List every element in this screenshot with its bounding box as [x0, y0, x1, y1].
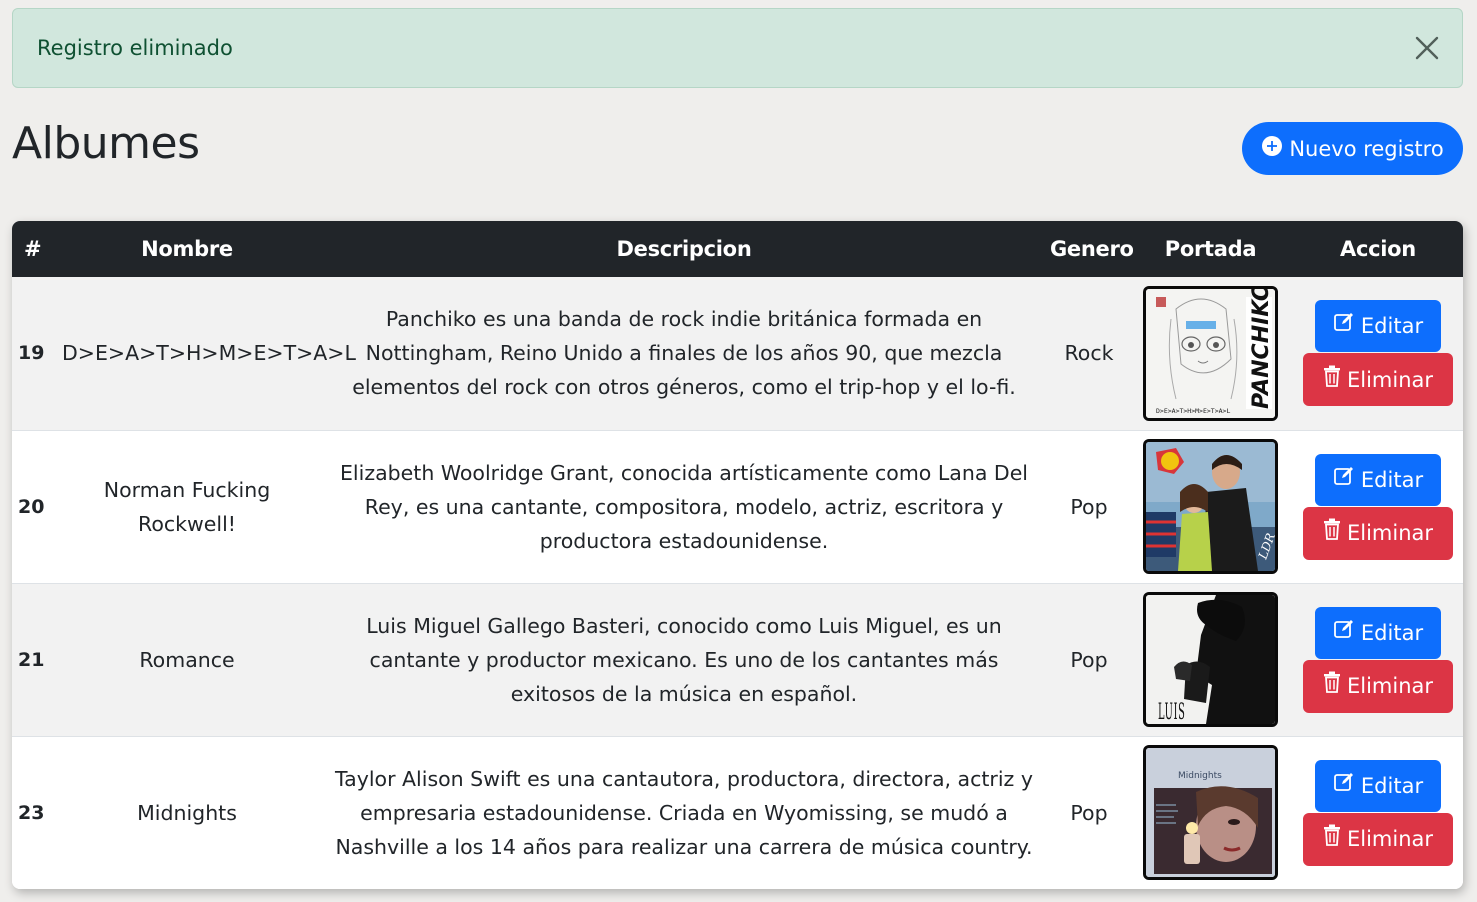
row-description: Elizabeth Woolridge Grant, conocida artí… — [339, 460, 1028, 553]
album-cover-image: Midnights — [1143, 745, 1278, 881]
success-alert: Registro eliminado — [12, 8, 1463, 88]
edit-label: Editar — [1360, 620, 1424, 645]
edit-button[interactable]: Editar — [1315, 453, 1441, 506]
pencil-square-icon — [1333, 769, 1355, 803]
cover-title-text: LUIS — [1158, 700, 1186, 724]
delete-label: Eliminar — [1346, 827, 1434, 852]
header-genre: Genero — [1050, 237, 1134, 261]
delete-button[interactable]: Eliminar — [1303, 353, 1453, 407]
row-genre: Pop — [1070, 494, 1108, 519]
edit-button[interactable]: Editar — [1315, 759, 1441, 812]
row-genre: Rock — [1064, 341, 1114, 366]
header-id: # — [24, 237, 42, 261]
table-row: 20 Norman Fucking Rockwell! Elizabeth Wo… — [12, 430, 1463, 583]
trash-icon — [1323, 363, 1341, 397]
row-id: 20 — [18, 495, 45, 518]
albums-table: # Nombre Descripcion Genero Portada Acci… — [12, 221, 1463, 889]
album-cover-image: LUIS — [1143, 592, 1278, 727]
delete-button[interactable]: Eliminar — [1303, 812, 1453, 866]
row-name: D>E>A>T>H>M>E>T>A>L — [62, 341, 356, 366]
edit-label: Editar — [1360, 467, 1424, 492]
cover-subtitle-text: D>E>A>T>H>M>E>T>A>L — [1156, 407, 1230, 415]
trash-icon — [1323, 822, 1341, 856]
header-cover: Portada — [1164, 237, 1257, 261]
trash-icon — [1323, 516, 1341, 550]
table-row: 21 Romance Luis Miguel Gallego Basteri, … — [12, 583, 1463, 736]
new-record-button[interactable]: Nuevo registro — [1242, 122, 1463, 175]
row-genre: Pop — [1070, 800, 1108, 825]
row-id: 21 — [18, 648, 45, 671]
edit-label: Editar — [1360, 314, 1424, 339]
edit-button[interactable]: Editar — [1315, 606, 1441, 659]
alert-message: Registro eliminado — [37, 36, 233, 60]
row-description: Luis Miguel Gallego Basteri, conocido co… — [366, 613, 1002, 706]
new-record-label: Nuevo registro — [1289, 136, 1444, 161]
row-id: 19 — [18, 342, 45, 365]
delete-label: Eliminar — [1346, 674, 1434, 698]
delete-button[interactable]: Eliminar — [1303, 659, 1453, 713]
delete-label: Eliminar — [1346, 521, 1434, 545]
table-row: 19 D>E>A>T>H>M>E>T>A>L Panchiko es una b… — [12, 277, 1463, 430]
row-name: Norman Fucking Rockwell! — [103, 477, 271, 536]
pencil-square-icon — [1333, 463, 1355, 497]
header-name: Nombre — [141, 237, 233, 261]
album-cover-image: PANCHIKO D>E>A>T>H>M>E>T>A>L — [1143, 285, 1278, 421]
row-description: Panchiko es una banda de rock indie brit… — [352, 307, 1016, 400]
edit-label: Editar — [1360, 773, 1424, 798]
header-action: Accion — [1340, 237, 1416, 261]
row-genre: Pop — [1070, 647, 1108, 672]
plus-circle-icon — [1261, 135, 1283, 162]
delete-label: Eliminar — [1346, 367, 1434, 392]
cover-title-text: Midnights — [1178, 771, 1222, 781]
row-description: Taylor Alison Swift es una cantautora, p… — [335, 766, 1033, 859]
pencil-square-icon — [1333, 309, 1355, 343]
pencil-square-icon — [1333, 616, 1355, 650]
header-description: Descripcion — [616, 237, 752, 261]
table-header-row: # Nombre Descripcion Genero Portada Acci… — [12, 221, 1463, 277]
album-cover-image: LDR — [1143, 439, 1278, 574]
edit-button[interactable]: Editar — [1315, 300, 1441, 353]
row-name: Romance — [139, 647, 235, 672]
close-icon[interactable] — [1412, 33, 1442, 63]
trash-icon — [1323, 669, 1341, 703]
delete-button[interactable]: Eliminar — [1303, 506, 1453, 560]
cover-title-text: PANCHIKO — [1249, 289, 1274, 409]
table-row: 23 Midnights Taylor Alison Swift es una … — [12, 736, 1463, 889]
row-id: 23 — [18, 801, 45, 824]
page-title: Albumes — [12, 118, 200, 169]
row-name: Midnights — [137, 800, 237, 825]
